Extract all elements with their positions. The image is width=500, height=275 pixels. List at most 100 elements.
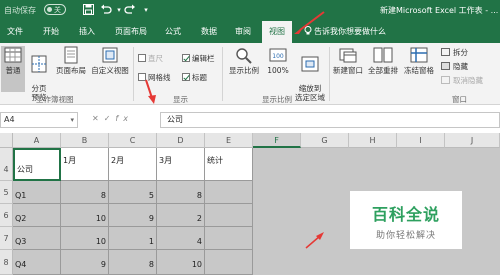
annotation-arrow-icon — [294, 11, 325, 34]
tab-insert[interactable]: 插入 — [74, 21, 100, 43]
table-cell[interactable]: 4 — [157, 227, 205, 250]
custom-views-button[interactable]: 自定义视图 — [89, 46, 131, 75]
table-cell[interactable] — [205, 204, 253, 227]
column-header[interactable]: I — [397, 133, 445, 148]
table-cell[interactable] — [205, 227, 253, 250]
column-header[interactable]: D — [157, 133, 205, 148]
formula-bar-actions: ✕✓fx — [92, 114, 133, 123]
tab-page-layout[interactable]: 页面布局 — [110, 21, 152, 43]
arrange-all-button[interactable]: 全部重排 — [366, 46, 400, 75]
new-window-button[interactable]: 新建窗口 — [331, 46, 365, 75]
window-group-label: 窗口 — [452, 95, 467, 104]
hide-label: 隐藏 — [453, 62, 468, 71]
zoom-group-label: 显示比例 — [262, 95, 292, 104]
ruler-checkbox[interactable]: 直尺 — [138, 54, 163, 64]
group-separator — [222, 47, 223, 101]
table-cell[interactable]: Q3 — [13, 227, 61, 250]
column-header[interactable]: J — [445, 133, 500, 148]
table-cell[interactable]: Q1 — [13, 181, 61, 204]
formula-input[interactable]: 公司 — [160, 112, 500, 128]
table-cell[interactable]: 1 — [109, 227, 157, 250]
tab-formulas[interactable]: 公式 — [160, 21, 186, 43]
unhide-icon — [441, 76, 450, 84]
zoom-magnifier-icon — [236, 48, 252, 64]
save-icon[interactable] — [82, 4, 94, 16]
unhide-label: 取消隐藏 — [453, 76, 483, 85]
ruler-label: 直尺 — [148, 54, 163, 63]
name-box-value: A4 — [4, 115, 15, 124]
autosave-label: 自动保存 — [4, 6, 36, 15]
table-cell[interactable]: 8 — [61, 181, 109, 204]
row-header[interactable]: 8 — [0, 250, 13, 275]
column-header[interactable]: G — [301, 133, 349, 148]
table-cell[interactable]: 10 — [61, 204, 109, 227]
column-header[interactable]: A — [13, 133, 61, 148]
table-cell[interactable]: 公司 — [13, 148, 61, 181]
column-header[interactable]: C — [109, 133, 157, 148]
redo-icon[interactable] — [124, 4, 136, 16]
column-header[interactable]: E — [205, 133, 253, 148]
formula-bar-label: 编辑栏 — [192, 54, 215, 63]
table-cell[interactable]: 2月 — [109, 148, 157, 181]
zoom-to-selection-icon — [301, 56, 319, 72]
formula-bar-checkbox[interactable]: 编辑栏 — [182, 54, 215, 64]
row-header[interactable]: 5 — [0, 181, 13, 204]
customize-quick-access-icon[interactable]: ▾ — [140, 4, 152, 16]
freeze-panes-button[interactable]: 冻结窗格 — [402, 46, 436, 75]
table-cell[interactable]: 1月 — [61, 148, 109, 181]
table-cell[interactable]: 2 — [157, 204, 205, 227]
page-layout-view-button[interactable]: 页面布局 — [53, 46, 89, 75]
cancel-icon[interactable]: ✕ — [92, 114, 104, 123]
unhide-button[interactable]: 取消隐藏 — [441, 76, 483, 86]
table-cell[interactable]: 5 — [109, 181, 157, 204]
table-cell[interactable]: 9 — [109, 204, 157, 227]
page-layout-icon — [64, 46, 78, 64]
zoom-100-button[interactable]: 100 100% — [264, 46, 292, 75]
title-bar: 自动保存 关 ▾ ▾ 新建Microsoft Excel 工作表 - ... — [0, 0, 500, 21]
enter-icon[interactable]: ✓ — [104, 114, 116, 123]
name-box-dropdown-icon[interactable]: ▾ — [70, 113, 74, 127]
row-header[interactable]: 6 — [0, 204, 13, 227]
zoom-button[interactable]: 显示比例 — [226, 46, 262, 75]
normal-view-button[interactable]: 普通 — [1, 46, 25, 92]
insert-function-icon[interactable]: fx — [115, 114, 133, 123]
new-window-icon — [339, 48, 357, 63]
tab-home[interactable]: 开始 — [38, 21, 64, 43]
table-cell[interactable]: 8 — [109, 250, 157, 275]
row-header[interactable]: 7 — [0, 227, 13, 250]
column-header[interactable]: B — [61, 133, 109, 148]
tab-data[interactable]: 数据 — [196, 21, 222, 43]
split-icon — [441, 48, 450, 56]
split-button[interactable]: 拆分 — [441, 48, 468, 58]
row-header[interactable]: 4 — [0, 148, 13, 181]
table-cell[interactable]: 10 — [61, 227, 109, 250]
table-cell[interactable] — [205, 250, 253, 275]
tab-review[interactable]: 审阅 — [230, 21, 256, 43]
headings-label: 标题 — [192, 73, 207, 82]
column-header[interactable]: H — [349, 133, 397, 148]
name-box[interactable]: A4 ▾ — [0, 112, 78, 128]
table-cell[interactable]: Q4 — [13, 250, 61, 275]
table-cell[interactable]: Q2 — [13, 204, 61, 227]
group-separator — [329, 47, 330, 101]
autosave-toggle[interactable]: 关 — [44, 4, 66, 15]
table-cell[interactable]: 8 — [157, 181, 205, 204]
select-all-corner[interactable] — [0, 133, 13, 148]
undo-icon[interactable] — [100, 4, 112, 16]
freeze-panes-label: 冻结窗格 — [404, 66, 434, 75]
table-cell[interactable]: 10 — [157, 250, 205, 275]
watermark-subtitle: 助你轻松解决 — [375, 231, 436, 241]
page-layout-label: 页面布局 — [56, 66, 86, 75]
table-cell[interactable] — [205, 181, 253, 204]
table-cell[interactable]: 统计 — [205, 148, 253, 181]
svg-text:100: 100 — [272, 53, 284, 60]
hide-button[interactable]: 隐藏 — [441, 62, 468, 72]
zoom-to-selection-button[interactable]: 缩放到 选定区域 — [293, 46, 327, 102]
tab-view[interactable]: 视图 — [262, 21, 292, 43]
table-cell[interactable]: 3月 — [157, 148, 205, 181]
tab-file[interactable]: 文件 — [2, 21, 28, 43]
column-header[interactable]: F — [253, 133, 301, 148]
table-cell[interactable]: 9 — [61, 250, 109, 275]
headings-checkbox[interactable]: 标题 — [182, 73, 207, 83]
zoom-label: 显示比例 — [229, 66, 259, 75]
